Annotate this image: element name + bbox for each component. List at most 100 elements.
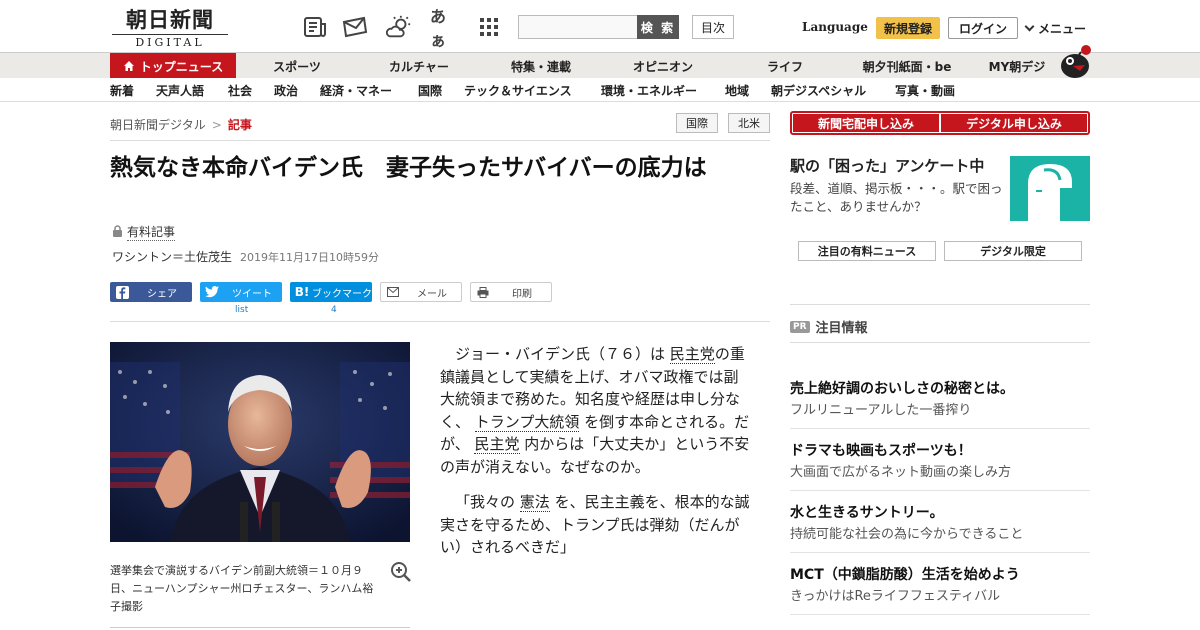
- nav-label: トップニュース: [139, 59, 224, 74]
- text: 「我々の: [455, 493, 516, 511]
- nav2-photo-video[interactable]: 写真・動画: [895, 82, 955, 99]
- paid-article-label: 有料記事: [127, 225, 176, 241]
- twitter-icon: [202, 286, 222, 298]
- survey-image[interactable]: [1010, 156, 1090, 221]
- pr-ad-item[interactable]: 売上絶好調のおいしさの秘密とは。 フルリニューアルした一番搾り: [790, 379, 1090, 421]
- survey-title: 駅の「困った」アンケート中: [790, 157, 985, 175]
- logo-digital: DIGITAL: [112, 34, 228, 49]
- pr-ad-item[interactable]: ドラマも映画もスポーツも！ 大画面で広がるネット動画の楽しみ方: [790, 441, 1090, 483]
- paragraph: 「我々の 憲法 を、民主主義を、根本的な誠実さを守るため、トランプ氏は弾劾（だん…: [440, 491, 750, 559]
- divider: [790, 552, 1090, 553]
- divider: [110, 140, 770, 141]
- zoom-icon[interactable]: [390, 561, 412, 583]
- paid-news-button[interactable]: 注目の有料ニュース: [798, 241, 936, 261]
- language-link[interactable]: Language: [802, 20, 868, 34]
- nav2-special[interactable]: 朝デジスペシャル: [771, 82, 866, 99]
- nav-features[interactable]: 特集・連載: [496, 53, 586, 79]
- search-button[interactable]: 検 索: [637, 15, 679, 39]
- divider: [790, 490, 1090, 491]
- breadcrumb: 朝日新聞デジタル > 記事: [110, 116, 252, 133]
- keyword-link[interactable]: 憲法: [519, 493, 550, 512]
- subscribe-digital-button[interactable]: デジタル申し込み: [941, 114, 1087, 132]
- nav-culture[interactable]: カルチャー: [374, 53, 464, 79]
- subscribe-paper-button[interactable]: 新聞宅配申し込み: [793, 114, 939, 132]
- keyword-link[interactable]: トランプ大統領: [474, 412, 580, 432]
- top-bar: 朝日新聞 DIGITAL あぁ 検 索 目次 Language 新規登録 ログイ…: [0, 0, 1200, 52]
- nav2-tech[interactable]: テック＆サイエンス: [464, 82, 572, 99]
- paid-article-badge[interactable]: 有料記事: [112, 223, 176, 241]
- twitter-share-label: ツイート: [232, 288, 272, 300]
- weather-icon[interactable]: [386, 15, 412, 39]
- survey-promo[interactable]: 駅の「困った」アンケート中 段差、道順、掲示板・・・。駅で困ったこと、ありません…: [790, 155, 1005, 216]
- site-logo[interactable]: 朝日新聞 DIGITAL: [112, 7, 228, 49]
- tag-international[interactable]: 国際: [676, 113, 718, 133]
- pr-ad-item[interactable]: 水と生きるサントリー。 持続可能な社会の為に今からできること: [790, 503, 1090, 545]
- twitter-count[interactable]: list: [235, 305, 248, 315]
- subscribe-box: 新聞宅配申し込み デジタル申し込み: [790, 111, 1090, 135]
- primary-nav: トップニュース スポーツ カルチャー 特集・連載 オピニオン ライフ 朝夕刊紙面…: [0, 52, 1200, 79]
- tag-north-america[interactable]: 北米: [728, 113, 770, 133]
- facebook-share-button[interactable]: シェア: [110, 282, 192, 302]
- grid-icon[interactable]: [476, 15, 502, 39]
- divider: [110, 627, 410, 628]
- nav-life[interactable]: ライフ: [745, 53, 825, 79]
- register-button[interactable]: 新規登録: [876, 17, 940, 39]
- menu-label: メニュー: [1038, 22, 1087, 36]
- author: ワシントン＝土佐茂生: [112, 250, 233, 264]
- facebook-icon: [112, 285, 132, 299]
- article-photo[interactable]: [110, 342, 410, 542]
- mail-share-label: メール: [417, 288, 447, 300]
- mail-share-button[interactable]: メール: [380, 282, 462, 302]
- nav-opinion[interactable]: オピニオン: [618, 53, 708, 79]
- search-input[interactable]: [518, 15, 638, 39]
- breadcrumb-home[interactable]: 朝日新聞デジタル: [110, 118, 206, 132]
- nav2-tenseijingo[interactable]: 天声人語: [156, 82, 204, 99]
- nav2-international[interactable]: 国際: [418, 82, 442, 99]
- nav2-society[interactable]: 社会: [228, 82, 252, 99]
- mascot-icon[interactable]: [1056, 44, 1092, 78]
- ad-title: 水と生きるサントリー。: [790, 505, 944, 521]
- nav-sports[interactable]: スポーツ: [255, 53, 339, 79]
- nav2-politics[interactable]: 政治: [274, 82, 298, 99]
- menu-button[interactable]: メニュー: [1024, 20, 1087, 37]
- newspaper-icon[interactable]: [302, 15, 328, 39]
- hatena-icon: B!: [294, 285, 310, 299]
- keyword-link[interactable]: 民主党: [474, 435, 520, 454]
- home-icon: [123, 60, 135, 72]
- login-button[interactable]: ログイン: [948, 17, 1018, 39]
- nav-paper-edition[interactable]: 朝夕刊紙面・be: [850, 53, 964, 79]
- nav2-region[interactable]: 地域: [725, 82, 749, 99]
- mail-icon[interactable]: [342, 15, 368, 39]
- nav2-economy[interactable]: 経済・マネー: [320, 82, 392, 99]
- paragraph: ジョー・バイデン氏（７６）は 民主党の重鎮議員として実績を上げ、オバマ政権では副…: [440, 343, 750, 478]
- pr-ad-item[interactable]: MCT（中鎖脂肪酸）生活を始めよう きっかけはReライフフェスティバル: [790, 565, 1090, 607]
- ad-title: ドラマも映画もスポーツも！: [790, 443, 972, 459]
- text: ジョー・バイデン氏（７６）は: [455, 345, 666, 363]
- print-button[interactable]: 印刷: [470, 282, 552, 302]
- pr-badge: PR: [790, 320, 810, 333]
- ad-title: MCT（中鎖脂肪酸）生活を始めよう: [790, 567, 1020, 583]
- divider: [110, 321, 770, 322]
- toc-button[interactable]: 目次: [692, 15, 734, 39]
- printer-icon: [473, 286, 493, 298]
- lock-icon: [112, 224, 123, 240]
- logo-japanese: 朝日新聞: [126, 7, 214, 32]
- font-size-icon[interactable]: あぁ: [430, 7, 456, 50]
- nav-top-news[interactable]: トップニュース: [110, 53, 236, 79]
- divider: [790, 342, 1090, 343]
- ad-text: フルリニューアルした一番搾り: [790, 403, 972, 418]
- keyword-link[interactable]: 民主党: [669, 345, 715, 364]
- chevron-down-icon: [1024, 21, 1035, 32]
- nav-my-asadigi[interactable]: MY朝デジ: [980, 53, 1054, 79]
- hatena-bookmark-label: ブックマーク: [312, 288, 372, 300]
- print-label: 印刷: [512, 288, 532, 300]
- nav2-environment[interactable]: 環境・エネルギー: [601, 82, 697, 99]
- divider: [790, 614, 1090, 615]
- hatena-bookmark-button[interactable]: B! ブックマーク: [290, 282, 372, 302]
- secondary-nav: 新着 天声人語 社会 政治 経済・マネー 国際 テック＆サイエンス 環境・エネル…: [0, 78, 1200, 102]
- article-title: 熱気なき本命バイデン氏 妻子失ったサバイバーの底力は: [110, 155, 707, 181]
- twitter-share-button[interactable]: ツイート: [200, 282, 282, 302]
- digital-only-button[interactable]: デジタル限定: [944, 241, 1082, 261]
- hatena-count[interactable]: 4: [331, 305, 337, 315]
- nav2-latest[interactable]: 新着: [110, 82, 134, 99]
